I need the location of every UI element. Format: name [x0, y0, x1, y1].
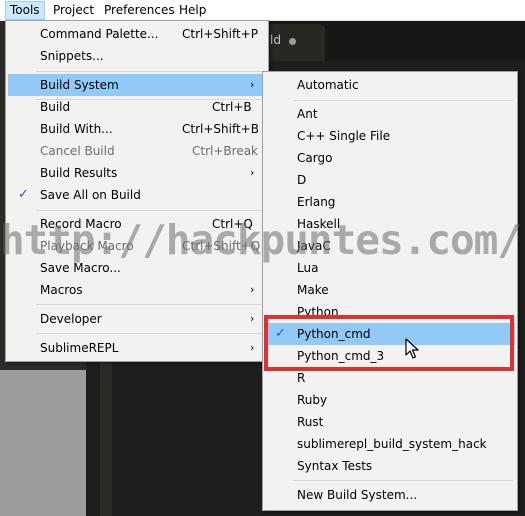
menu-separator: [36, 333, 264, 334]
menu-item-label: Cargo: [297, 151, 333, 165]
menu-item-label: D: [297, 173, 307, 187]
editor-tab-label: ld: [270, 33, 281, 47]
menu-item-label: C++ Single File: [297, 129, 391, 143]
menu-item-label: Automatic: [297, 78, 359, 92]
chevron-right-icon: ›: [250, 341, 255, 354]
highlight-callout-box: [264, 315, 514, 371]
build-system-d[interactable]: D: [265, 169, 515, 191]
menu-item-label: Rust: [297, 415, 324, 429]
menu-tools[interactable]: Tools: [5, 1, 45, 20]
menu-preferences[interactable]: Preferences: [100, 1, 179, 20]
menu-item-label: Build: [40, 100, 71, 114]
menu-item-label: Macros: [40, 283, 83, 297]
build-system-ruby[interactable]: Ruby: [265, 389, 515, 411]
menu-item-label: Ant: [297, 107, 318, 121]
menu-item-build-with[interactable]: Build With... Ctrl+Shift+B: [8, 118, 266, 140]
menu-item-build-system[interactable]: Build System ›: [8, 74, 266, 96]
menu-help[interactable]: Help: [175, 1, 210, 20]
menu-item-label: Ruby: [297, 393, 328, 407]
shortcut-label: Ctrl+Shift+P: [182, 27, 258, 41]
menu-item-cancel-build: Cancel Build Ctrl+Break: [8, 140, 266, 162]
build-system-cpp-single-file[interactable]: C++ Single File: [265, 125, 515, 147]
menu-item-label: Build With...: [40, 122, 113, 136]
build-system-automatic[interactable]: Automatic: [265, 74, 515, 96]
menu-item-macros[interactable]: Macros ›: [8, 279, 266, 301]
shortcut-label: Ctrl+Shift+B: [182, 122, 259, 136]
chevron-right-icon: ›: [250, 166, 255, 179]
menu-item-label: Build System: [40, 78, 119, 92]
menu-item-label: SublimeREPL: [40, 341, 119, 355]
menu-separator: [36, 304, 264, 305]
build-system-syntax-tests[interactable]: Syntax Tests: [265, 455, 515, 477]
chevron-right-icon: ›: [250, 283, 255, 296]
shortcut-label: Ctrl+Break: [192, 144, 258, 158]
tools-menu: Command Palette... Ctrl+Shift+P Snippets…: [5, 20, 269, 362]
menu-separator: [36, 71, 264, 72]
menu-project[interactable]: Project: [49, 1, 98, 20]
mouse-pointer-icon: [405, 338, 419, 359]
build-system-rust[interactable]: Rust: [265, 411, 515, 433]
status-area: [0, 370, 86, 516]
check-icon: ✓: [18, 187, 29, 202]
build-system-new[interactable]: New Build System...: [265, 484, 515, 506]
menu-item-label: Snippets...: [40, 49, 104, 63]
shortcut-label: Ctrl+B: [212, 100, 252, 114]
watermark-text: http://hackpuntes.com/: [0, 216, 522, 264]
menu-item-label: Save All on Build: [40, 188, 141, 202]
tab-modified-dot-icon[interactable]: [289, 38, 296, 45]
menu-item-developer[interactable]: Developer ›: [8, 308, 266, 330]
build-system-submenu: Automatic Ant C++ Single File Cargo D Er…: [262, 71, 518, 511]
menubar: Tools Project Preferences Help: [0, 0, 525, 21]
menu-item-label: sublimerepl_build_system_hack: [297, 437, 487, 451]
menu-separator: [293, 100, 513, 101]
menu-item-label: Build Results: [40, 166, 118, 180]
menu-item-label: Syntax Tests: [297, 459, 373, 473]
menu-item-snippets[interactable]: Snippets...: [8, 45, 266, 67]
build-system-make[interactable]: Make: [265, 279, 515, 301]
menu-item-label: Make: [297, 283, 329, 297]
menu-item-label: Command Palette...: [40, 27, 159, 41]
menu-item-build-results[interactable]: Build Results ›: [8, 162, 266, 184]
menu-item-command-palette[interactable]: Command Palette... Ctrl+Shift+P: [8, 23, 266, 45]
menu-separator: [293, 480, 513, 481]
menu-item-label: New Build System...: [297, 488, 418, 502]
menu-item-label: Developer: [40, 312, 102, 326]
menu-item-build[interactable]: Build Ctrl+B: [8, 96, 266, 118]
chevron-right-icon: ›: [250, 78, 255, 91]
build-system-cargo[interactable]: Cargo: [265, 147, 515, 169]
menu-item-label: Cancel Build: [40, 144, 115, 158]
chevron-right-icon: ›: [250, 312, 255, 325]
menu-item-sublimerepl[interactable]: SublimeREPL ›: [8, 337, 266, 359]
menu-item-save-all-on-build[interactable]: ✓ Save All on Build: [8, 184, 266, 206]
build-system-sublimerepl-hack[interactable]: sublimerepl_build_system_hack: [265, 433, 515, 455]
build-system-ant[interactable]: Ant: [265, 103, 515, 125]
